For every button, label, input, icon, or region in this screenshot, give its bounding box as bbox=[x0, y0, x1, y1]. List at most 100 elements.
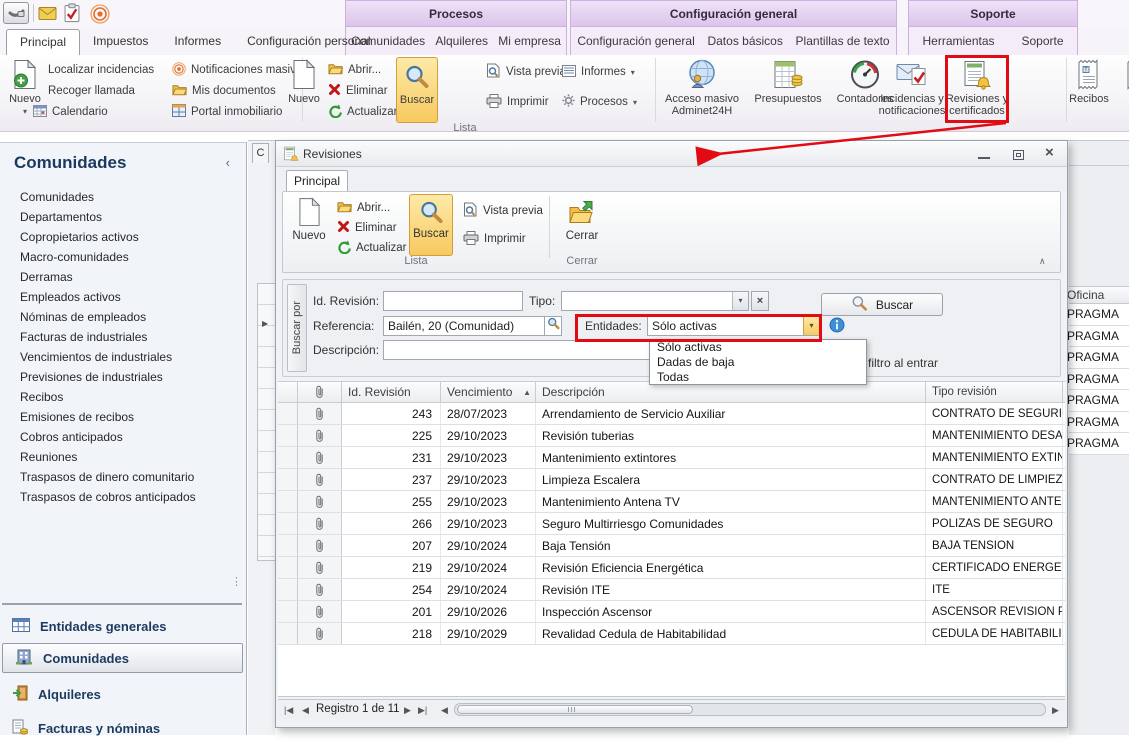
scrollbar-thumb[interactable] bbox=[457, 705, 693, 714]
oficina-cell[interactable]: PRAGMA bbox=[1069, 412, 1129, 434]
recoger-llamada-button[interactable]: Recoger llamada bbox=[48, 82, 135, 100]
dialog-imprimir-button[interactable]: Imprimir bbox=[463, 230, 526, 248]
minimize-icon[interactable] bbox=[978, 156, 990, 159]
tab-datos-basicos[interactable]: Datos básicos bbox=[707, 34, 782, 48]
sidebar-item[interactable]: Departamentos bbox=[0, 207, 245, 227]
attachment-cell[interactable] bbox=[298, 491, 342, 512]
oficina-cell[interactable]: PRAGMA bbox=[1069, 390, 1129, 412]
presupuestos-button[interactable]: Presupuestos bbox=[748, 57, 828, 105]
imprimir-button[interactable]: Imprimir bbox=[486, 93, 549, 111]
recibos-button[interactable]: T Recibos bbox=[1063, 57, 1115, 105]
localizar-incidencias-button[interactable]: Localizar incidencias bbox=[48, 61, 154, 79]
first-record-icon[interactable]: |◀ bbox=[284, 705, 293, 716]
splitter-grip-icon[interactable]: ⋮ bbox=[231, 579, 242, 586]
tipo-combo[interactable]: ▾ bbox=[561, 291, 749, 311]
table-row[interactable]: 254 29/10/2024 Revisión ITE ITE bbox=[278, 579, 1065, 601]
tab-mi-empresa[interactable]: Mi empresa bbox=[498, 34, 561, 48]
table-row[interactable]: 201 29/10/2026 Inspección Ascensor ASCEN… bbox=[278, 601, 1065, 623]
id-revision-input[interactable] bbox=[383, 291, 523, 311]
referencia-input[interactable] bbox=[383, 316, 545, 336]
dialog-cerrar-button[interactable]: Cerrar bbox=[557, 196, 607, 242]
sidebar-item[interactable]: Comunidades bbox=[0, 187, 245, 207]
sidebar-item[interactable]: Cobros anticipados bbox=[0, 427, 245, 447]
sidebar-splitter[interactable] bbox=[2, 603, 242, 605]
vista-previa-button[interactable]: Vista previa bbox=[486, 63, 566, 81]
chevron-down-icon[interactable]: ▾ bbox=[732, 292, 748, 310]
eliminar-button[interactable]: Eliminar bbox=[328, 82, 388, 100]
oficina-cell[interactable]: PRAGMA bbox=[1069, 433, 1129, 455]
attachment-cell[interactable] bbox=[298, 535, 342, 556]
tab-soporte[interactable]: Soporte bbox=[1021, 34, 1063, 48]
column-header-tipo-revision[interactable]: Tipo revisión bbox=[926, 382, 1063, 402]
calendario-button[interactable]: Calendario bbox=[33, 103, 108, 121]
scroll-left-icon[interactable]: ◀ bbox=[441, 705, 448, 716]
sidebar-item[interactable]: Traspasos de dinero comunitario bbox=[0, 467, 245, 487]
tab-configuracion-personal[interactable]: Configuración personal bbox=[234, 29, 383, 55]
facturas-button[interactable]: Fa bbox=[1118, 57, 1129, 105]
dialog-eliminar-button[interactable]: Eliminar bbox=[337, 219, 397, 237]
previous-record-icon[interactable]: ◀ bbox=[302, 705, 309, 716]
sidebar-item[interactable]: Vencimientos de industriales bbox=[0, 347, 245, 367]
dropdown-option[interactable]: Dadas de baja bbox=[650, 355, 866, 370]
portal-inmobiliario-button[interactable]: Portal inmobiliario bbox=[172, 103, 282, 121]
tab-alquileres[interactable]: Alquileres bbox=[435, 34, 488, 48]
oficina-cell[interactable]: PRAGMA bbox=[1069, 347, 1129, 369]
attachment-cell[interactable] bbox=[298, 601, 342, 622]
table-row[interactable]: 219 29/10/2024 Revisión Eficiencia Energ… bbox=[278, 557, 1065, 579]
table-row[interactable]: 266 29/10/2023 Seguro Multirriesgo Comun… bbox=[278, 513, 1065, 535]
sidebar-item[interactable]: Previsiones de industriales bbox=[0, 367, 245, 387]
attachment-cell[interactable] bbox=[298, 579, 342, 600]
info-icon[interactable] bbox=[829, 317, 845, 338]
attachment-cell[interactable] bbox=[298, 403, 342, 424]
procesos-menu-button[interactable]: Procesos ▾ bbox=[562, 93, 637, 111]
broadcast-icon[interactable] bbox=[90, 4, 110, 29]
attachment-cell[interactable] bbox=[298, 557, 342, 578]
table-row[interactable]: 255 29/10/2023 Mantenimiento Antena TV M… bbox=[278, 491, 1065, 513]
table-row[interactable]: 231 29/10/2023 Mantenimiento extintores … bbox=[278, 447, 1065, 469]
buscar-submit-button[interactable]: Buscar bbox=[821, 293, 943, 316]
attachment-cell[interactable] bbox=[298, 469, 342, 490]
dialog-vista-previa-button[interactable]: Vista previa bbox=[463, 202, 543, 220]
sidebar-nav-facturas-nominas[interactable]: Facturas y nóminas bbox=[0, 713, 245, 743]
tasks-icon[interactable] bbox=[64, 3, 80, 28]
dialog-nuevo-button[interactable]: Nuevo bbox=[289, 196, 329, 242]
abrir-button[interactable]: Abrir... bbox=[328, 61, 381, 79]
actualizar-button[interactable]: Actualizar bbox=[328, 103, 398, 121]
mis-documentos-button[interactable]: Mis documentos bbox=[172, 82, 276, 100]
sidebar-nav-comunidades[interactable]: Comunidades bbox=[2, 643, 243, 673]
last-record-icon[interactable]: ▶| bbox=[418, 705, 427, 716]
mail-icon[interactable] bbox=[38, 7, 57, 25]
sidebar-item[interactable]: Copropietarios activos bbox=[0, 227, 245, 247]
sidebar-item[interactable]: Derramas bbox=[0, 267, 245, 287]
column-header-vencimiento[interactable]: Vencimiento ▲ bbox=[441, 382, 536, 402]
sidebar-nav-entidades-generales[interactable]: Entidades generales bbox=[0, 611, 245, 641]
attachment-cell[interactable] bbox=[298, 447, 342, 468]
sidebar-item[interactable]: Facturas de industriales bbox=[0, 327, 245, 347]
sidebar-item[interactable]: Nóminas de empleados bbox=[0, 307, 245, 327]
sidebar-nav-alquileres[interactable]: Alquileres bbox=[0, 679, 245, 709]
sidebar-item[interactable]: Macro-comunidades bbox=[0, 247, 245, 267]
oficina-cell[interactable]: PRAGMA bbox=[1069, 326, 1129, 348]
column-header-descripcion[interactable]: Descripción bbox=[536, 382, 926, 402]
buscar-button[interactable]: Buscar bbox=[396, 57, 438, 123]
dialog-tab-principal[interactable]: Principal bbox=[286, 170, 348, 191]
tab-herramientas[interactable]: Herramientas bbox=[922, 34, 994, 48]
clear-filter-button[interactable]: × bbox=[751, 291, 769, 311]
sidebar-item[interactable]: Recibos bbox=[0, 387, 245, 407]
maximize-icon[interactable] bbox=[1013, 150, 1024, 160]
oficina-cell[interactable]: PRAGMA bbox=[1069, 304, 1129, 326]
dialog-titlebar[interactable]: Revisiones × bbox=[276, 141, 1067, 167]
next-record-icon[interactable]: ▶ bbox=[404, 705, 411, 716]
attachment-header-cell[interactable] bbox=[298, 382, 342, 402]
tab-plantillas-texto[interactable]: Plantillas de texto bbox=[796, 34, 890, 48]
incidencias-notificaciones-button[interactable]: Incidencias y notificaciones bbox=[876, 57, 948, 117]
nuevo2-button[interactable]: Nuevo bbox=[285, 57, 323, 105]
attachment-cell[interactable] bbox=[298, 425, 342, 446]
attachment-cell[interactable] bbox=[298, 513, 342, 534]
dialog-buscar-button[interactable]: Buscar bbox=[409, 194, 453, 256]
collapse-ribbon-icon[interactable]: ∧ bbox=[1039, 256, 1046, 267]
dropdown-option[interactable]: Sólo activas bbox=[650, 340, 866, 355]
phone-button[interactable] bbox=[3, 2, 29, 24]
tab-impuestos[interactable]: Impuestos bbox=[80, 29, 161, 55]
tab-configuracion-general[interactable]: Configuración general bbox=[577, 34, 694, 48]
